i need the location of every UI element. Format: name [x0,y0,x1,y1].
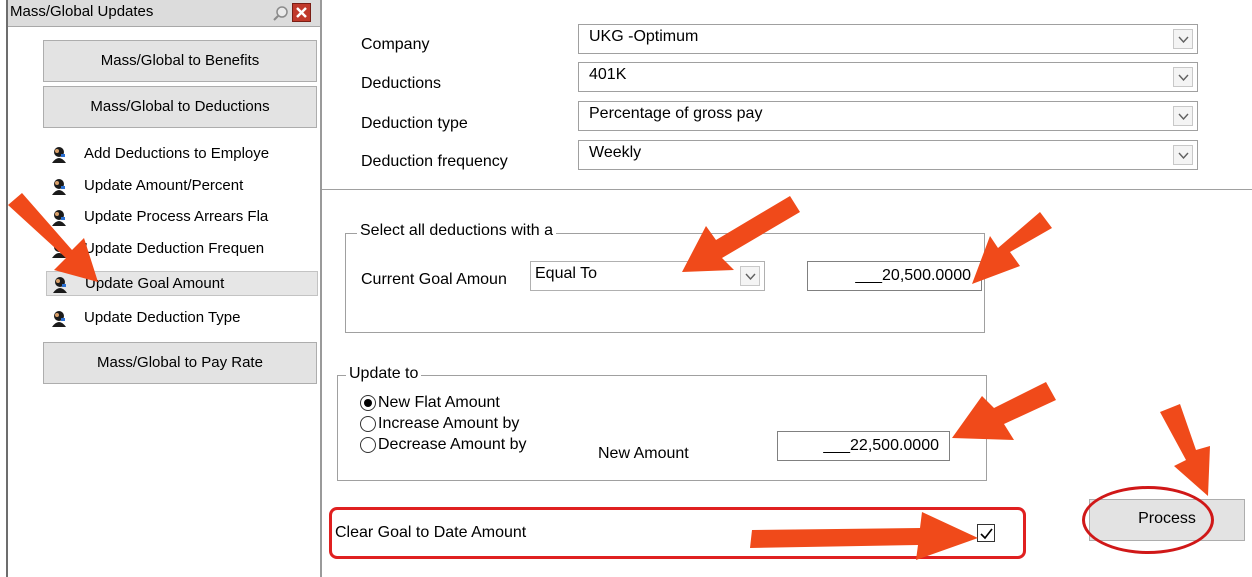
radio-label: Increase Amount by [378,415,520,432]
left-pane: Mass/Global Updates Mass/Global to Benef… [0,0,322,577]
current-goal-amount-input[interactable]: ___20,500.0000 [807,261,982,291]
clear-goal-label: Clear Goal to Date Amount [335,524,527,541]
tree-item-label: Add Deductions to Employe [84,145,270,162]
tree-item-update-deduction-frequency[interactable]: Update Deduction Frequen [46,237,318,262]
arrow-annotation [1160,404,1210,496]
user-icon [50,146,68,163]
deductions-select[interactable]: 401K [578,62,1198,92]
clear-goal-checkbox[interactable] [977,524,995,542]
process-highlight-ring [1082,486,1214,554]
chevron-down-icon[interactable] [1173,29,1193,49]
deduction-type-value: Percentage of gross pay [589,105,763,122]
tree-item-update-process-arrears[interactable]: Update Process Arrears Fla [46,205,318,230]
deductions-value: 401K [589,66,627,83]
pane-title: Mass/Global Updates [10,3,154,20]
radio-label: New Flat Amount [378,394,500,411]
chevron-down-icon[interactable] [1173,67,1193,87]
company-label: Company [361,36,430,53]
operator-select[interactable]: Equal To [530,261,765,291]
chevron-down-icon[interactable] [740,266,760,286]
radio-button[interactable] [360,416,376,432]
company-select[interactable]: UKG -Optimum [578,24,1198,54]
user-icon [50,310,68,327]
section-divider [322,189,1252,190]
radio-button[interactable] [360,437,376,453]
tree-item-update-amount[interactable]: Update Amount/Percent [46,174,318,199]
tree-item-label: Update Amount/Percent [84,177,244,194]
mass-global-benefits-button[interactable]: Mass/Global to Benefits [43,40,317,82]
new-amount-label: New Amount [598,445,689,462]
tree-item-label: Update Process Arrears Fla [84,208,269,225]
deduction-type-label: Deduction type [361,115,468,132]
close-icon[interactable] [292,3,311,22]
tree-item-label: Update Deduction Frequen [84,240,265,257]
deductions-label: Deductions [361,75,442,92]
user-icon [50,209,68,226]
deduction-frequency-value: Weekly [589,144,642,161]
mass-global-pay-rate-button[interactable]: Mass/Global to Pay Rate [43,342,317,384]
operator-value: Equal To [535,265,597,282]
chevron-down-icon[interactable] [1173,145,1193,165]
update-group-title: Update to [346,365,422,383]
deduction-type-select[interactable]: Percentage of gross pay [578,101,1198,131]
new-amount-input[interactable]: ___22,500.0000 [777,431,950,461]
tree-item-label: Update Deduction Type [84,309,241,326]
clear-goal-highlight: Clear Goal to Date Amount [329,507,1026,559]
deduction-frequency-label: Deduction frequency [361,153,508,170]
radio-label: Decrease Amount by [378,436,527,453]
tree-item-add-deductions[interactable]: Add Deductions to Employe [46,142,318,167]
tree-item-update-deduction-type[interactable]: Update Deduction Type [46,306,318,331]
left-pane-border [6,0,8,577]
radio-button[interactable] [360,395,376,411]
user-icon [50,241,68,258]
company-value: UKG -Optimum [589,28,699,45]
pin-icon[interactable] [272,4,290,22]
tree-item-update-goal-amount[interactable]: Update Goal Amount [46,271,318,296]
mass-global-deductions-button[interactable]: Mass/Global to Deductions [43,86,317,128]
chevron-down-icon[interactable] [1173,106,1193,126]
current-goal-label: Current Goal Amoun [361,271,507,288]
check-icon [980,528,993,540]
pane-title-bar: Mass/Global Updates [8,0,320,27]
user-icon [50,178,68,195]
tree-item-label: Update Goal Amount [85,275,225,292]
select-group-title: Select all deductions with a [357,222,556,240]
deduction-frequency-select[interactable]: Weekly [578,140,1198,170]
user-icon [51,276,69,293]
